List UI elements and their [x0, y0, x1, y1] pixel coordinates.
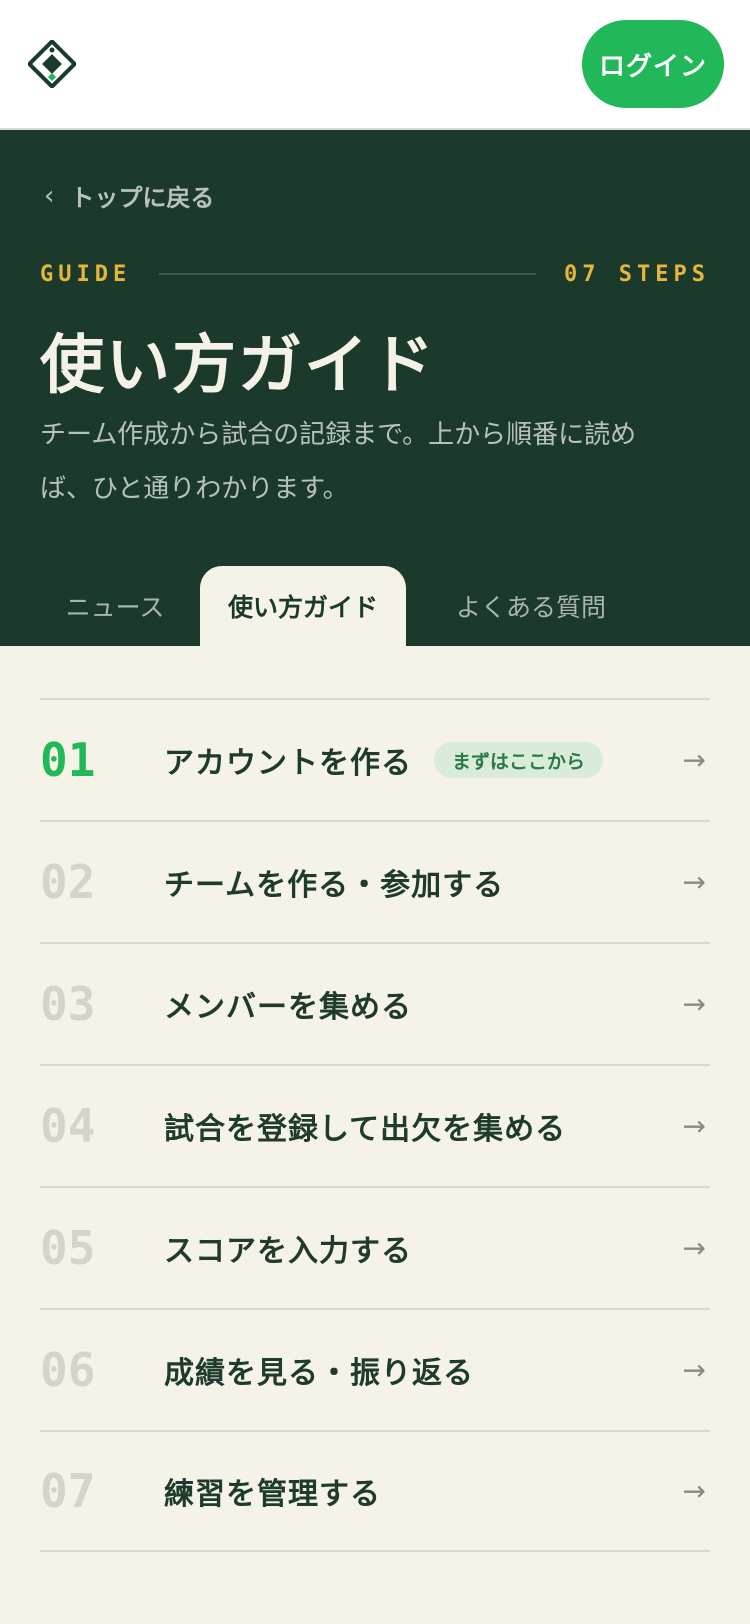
list-item-step-05[interactable]: 05 スコアを入力する → — [40, 1186, 710, 1308]
login-button[interactable]: ログイン — [582, 20, 724, 108]
list-item-step-01[interactable]: 01 アカウントを作る まずはここから → — [40, 698, 710, 820]
arrow-right-icon: → — [682, 865, 706, 899]
hero-section: ‹ トップに戻る GUIDE 07 STEPS 使い方ガイド チーム作成から試合… — [0, 130, 750, 646]
step-number: 04 — [40, 1099, 96, 1153]
step-title: メンバーを集める — [164, 990, 412, 1025]
list-item-step-02[interactable]: 02 チームを作る・参加する → — [40, 820, 710, 942]
step-title: スコアを入力する — [164, 1234, 412, 1269]
arrow-right-icon: → — [682, 987, 706, 1021]
back-label: トップに戻る — [70, 184, 215, 212]
list-item-step-06[interactable]: 06 成績を見る・振り返る → — [40, 1308, 710, 1430]
tab-news[interactable]: ニュース — [40, 566, 190, 646]
list-item-step-03[interactable]: 03 メンバーを集める → — [40, 942, 710, 1064]
back-to-top-link[interactable]: ‹ トップに戻る — [44, 178, 214, 213]
steps-count: 07 STEPS — [564, 261, 710, 287]
page-title: 使い方ガイド — [40, 329, 436, 403]
guide-label: GUIDE — [40, 261, 132, 287]
arrow-right-icon: → — [682, 743, 706, 777]
step-number: 01 — [40, 733, 96, 787]
start-here-badge: まずはここから — [434, 742, 604, 778]
list-item-step-07[interactable]: 07 練習を管理する → — [40, 1430, 710, 1552]
step-number: 05 — [40, 1221, 96, 1275]
step-number: 03 — [40, 977, 96, 1031]
divider — [159, 273, 537, 275]
step-title: 試合を登録して出欠を集める — [164, 1112, 567, 1147]
app-header: ログイン — [0, 0, 750, 130]
step-number: 07 — [40, 1464, 96, 1518]
step-title: アカウントを作る — [164, 746, 412, 781]
step-number: 02 — [40, 855, 96, 909]
diamond-logo-icon[interactable] — [28, 40, 76, 88]
arrow-right-icon: → — [682, 1353, 706, 1387]
tab-faq[interactable]: よくある質問 — [426, 566, 636, 646]
steps-list: 01 アカウントを作る まずはここから → 02 チームを作る・参加する → 0… — [40, 698, 710, 1552]
arrow-right-icon: → — [682, 1231, 706, 1265]
list-item-step-04[interactable]: 04 試合を登録して出欠を集める → — [40, 1064, 710, 1186]
guide-meta-row: GUIDE 07 STEPS — [40, 260, 710, 288]
step-title: チームを作る・参加する — [164, 868, 505, 903]
step-title: 成績を見る・振り返る — [164, 1356, 474, 1391]
step-number: 06 — [40, 1343, 96, 1397]
chevron-left-icon: ‹ — [44, 180, 55, 211]
arrow-right-icon: → — [682, 1109, 706, 1143]
arrow-right-icon: → — [682, 1474, 706, 1508]
page-description: チーム作成から試合の記録まで。上から順番に読めば、ひと通りわかります。 — [40, 420, 637, 504]
tab-guide[interactable]: 使い方ガイド — [200, 566, 406, 646]
step-title: 練習を管理する — [164, 1477, 381, 1512]
tab-bar: ニュース 使い方ガイド よくある質問 — [40, 566, 720, 646]
